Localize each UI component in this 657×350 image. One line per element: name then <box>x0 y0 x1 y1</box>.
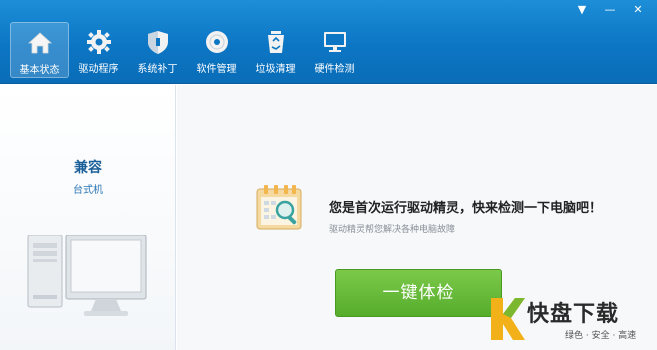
subline-text: 驱动精灵帮您解决各种电脑故障 <box>329 225 456 235</box>
tab-label: 硬件检测 <box>314 64 355 75</box>
tab-label: 系统补丁 <box>137 64 178 75</box>
monitor-icon <box>323 32 346 52</box>
main-toolbar: 基本状态 驱动程序 系统补丁 软件管理 垃圾清理 硬件检测 <box>10 22 364 78</box>
window-controls: ▼ — ✕ <box>575 4 645 16</box>
computer-info-panel: 兼容 台式机 <box>0 85 176 350</box>
tab-basic-status[interactable]: 基本状态 <box>10 22 69 78</box>
top-bar: ▼ — ✕ 基本状态 驱动程序 系统补丁 软件管理 垃圾清理 硬件检测 <box>0 0 657 84</box>
watermark-slogan: 绿色 · 安全 · 高速 <box>565 331 637 341</box>
headline-text: 您是首次运行驱动精灵，快来检测一下电脑吧！ <box>329 201 603 216</box>
tab-label: 基本状态 <box>19 65 60 76</box>
recycle-bin-icon <box>267 31 284 53</box>
tab-label: 驱动程序 <box>78 64 119 75</box>
gear-icon <box>86 30 111 54</box>
tab-junk-cleanup[interactable]: 垃圾清理 <box>246 22 305 78</box>
disc-icon <box>205 31 228 53</box>
tab-hardware-check[interactable]: 硬件检测 <box>305 22 364 78</box>
desktop-computer-icon <box>27 235 147 316</box>
tab-system-patches[interactable]: 系统补丁 <box>128 22 187 78</box>
computer-name: 兼容 <box>74 160 102 176</box>
close-icon[interactable]: ✕ <box>631 4 645 16</box>
tab-drivers[interactable]: 驱动程序 <box>69 22 128 78</box>
tab-label: 软件管理 <box>196 64 237 75</box>
watermark-title: 快盘下载 <box>527 302 620 327</box>
tab-software-manager[interactable]: 软件管理 <box>187 22 246 78</box>
watermark: 快盘下载 绿色 · 安全 · 高速 <box>485 292 657 350</box>
calendar-magnifier-icon <box>256 185 302 230</box>
tab-label: 垃圾清理 <box>255 64 296 75</box>
shield-icon <box>147 31 168 54</box>
one-click-check-button[interactable]: 一键体检 <box>335 269 502 317</box>
minimize-icon[interactable]: — <box>603 4 617 16</box>
k-logo-icon <box>491 298 525 340</box>
computer-type: 台式机 <box>73 185 103 196</box>
home-icon <box>27 32 52 54</box>
menu-dropdown-icon[interactable]: ▼ <box>575 4 589 16</box>
